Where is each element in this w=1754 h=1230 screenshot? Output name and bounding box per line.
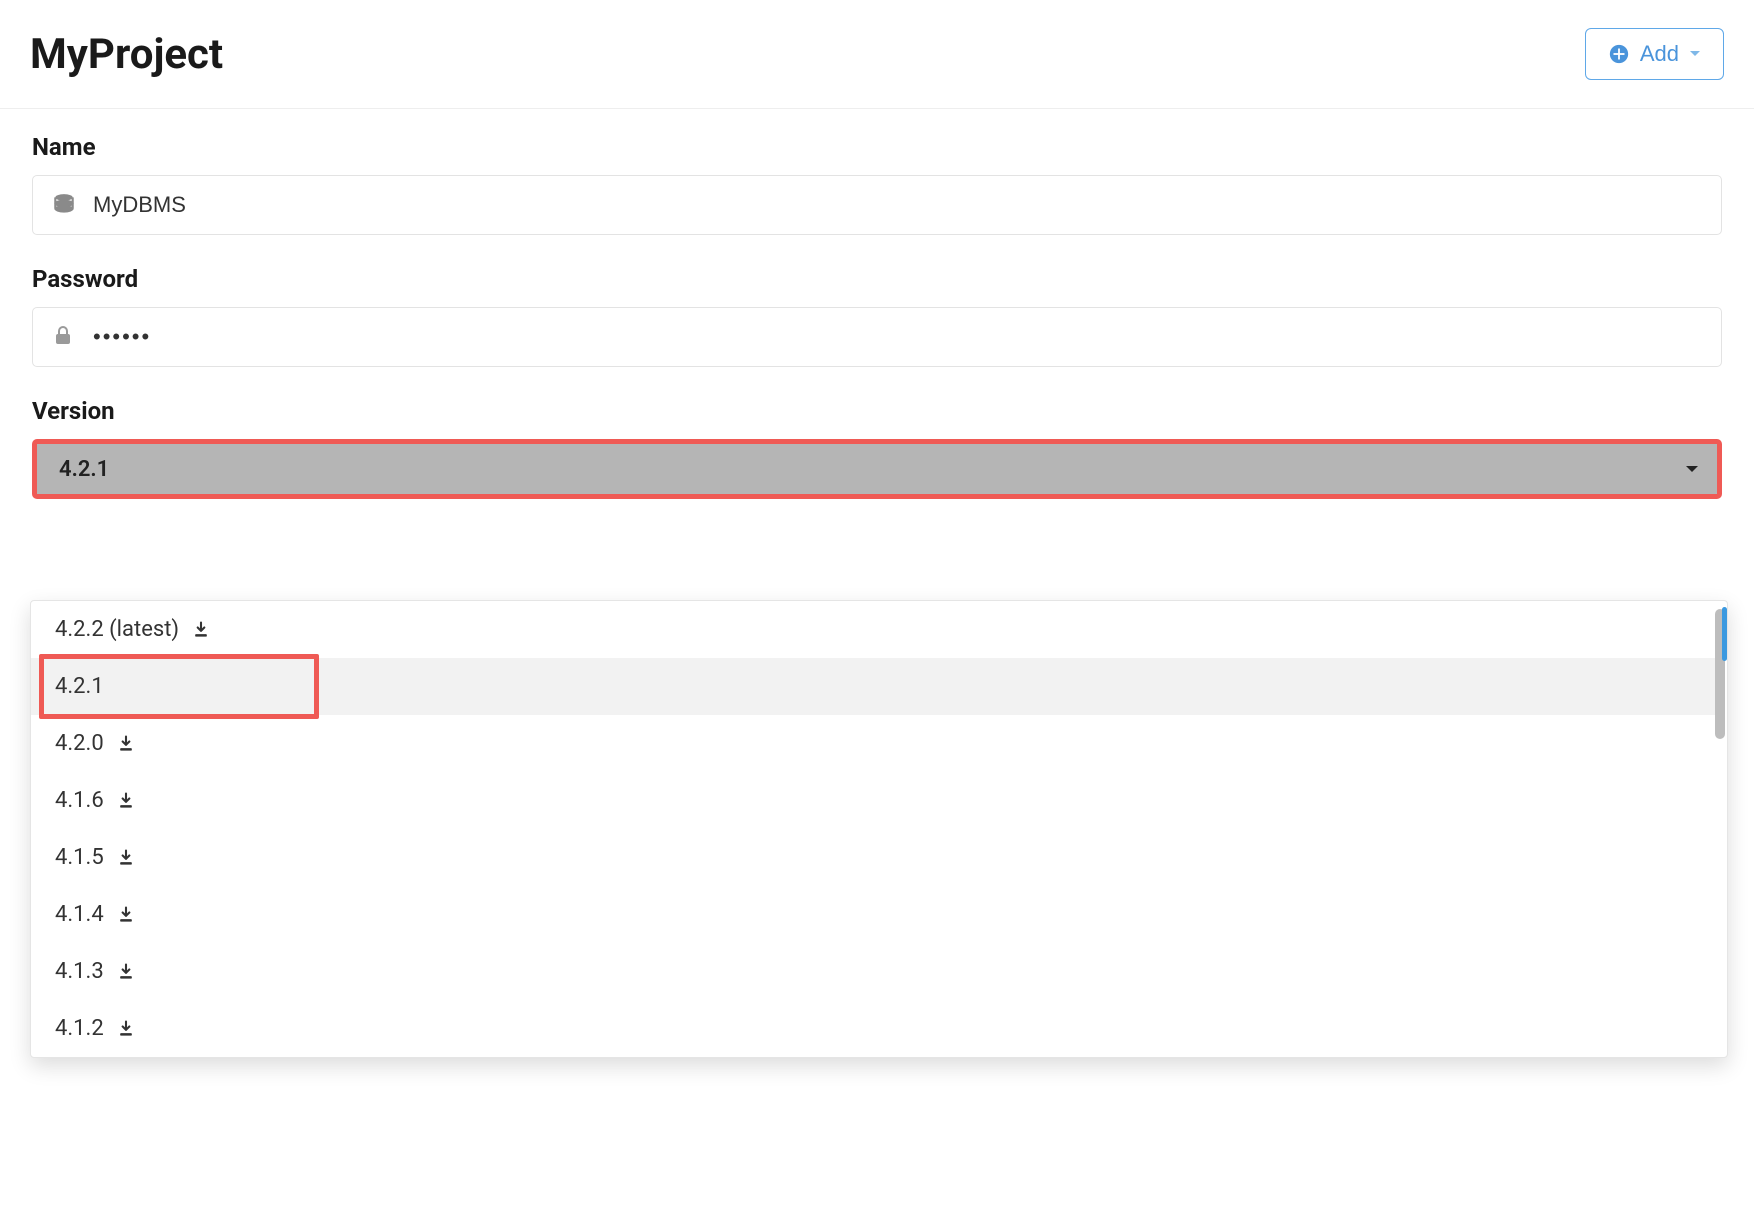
- version-option-label: 4.2.1: [55, 674, 104, 699]
- lock-icon: [51, 324, 77, 350]
- add-button-label: Add: [1640, 41, 1679, 67]
- scrollbar-accent: [1722, 607, 1727, 661]
- caret-down-icon: [1689, 50, 1701, 58]
- version-field-group: Version 4.2.1: [32, 397, 1722, 499]
- version-option[interactable]: 4.1.2: [31, 1000, 1715, 1057]
- version-option-label: 4.1.3: [55, 959, 104, 984]
- name-input[interactable]: [93, 192, 1703, 218]
- add-button[interactable]: Add: [1585, 28, 1724, 80]
- version-option[interactable]: 4.1.4: [31, 886, 1715, 943]
- name-field-group: Name: [32, 133, 1722, 235]
- password-field-group: Password: [32, 265, 1722, 367]
- scrollbar[interactable]: [1715, 605, 1725, 1053]
- header: MyProject Add: [0, 0, 1754, 109]
- download-icon: [116, 1019, 136, 1039]
- database-icon: [51, 192, 77, 218]
- name-label: Name: [32, 133, 1722, 161]
- chevron-down-icon: [1685, 465, 1699, 473]
- version-label: Version: [32, 397, 1722, 425]
- version-option-label: 4.2.2 (latest): [55, 617, 179, 642]
- version-option[interactable]: 4.1.6: [31, 772, 1715, 829]
- version-option-label: 4.1.5: [55, 845, 104, 870]
- version-option[interactable]: 4.2.0: [31, 715, 1715, 772]
- download-icon: [116, 962, 136, 982]
- version-option-label: 4.1.4: [55, 902, 104, 927]
- download-icon: [191, 620, 211, 640]
- password-label: Password: [32, 265, 1722, 293]
- password-input-wrap: [32, 307, 1722, 367]
- version-option[interactable]: 4.1.3: [31, 943, 1715, 1000]
- form-area: Name Password: [0, 109, 1754, 533]
- page-title: MyProject: [30, 30, 223, 79]
- name-input-wrap: [32, 175, 1722, 235]
- version-option-label: 4.1.2: [55, 1016, 104, 1041]
- version-select-highlight: 4.2.1: [32, 439, 1722, 499]
- version-option[interactable]: 4.2.1: [31, 658, 1715, 715]
- download-icon: [116, 734, 136, 754]
- download-icon: [116, 791, 136, 811]
- version-option[interactable]: 4.2.2 (latest): [31, 601, 1715, 658]
- version-option[interactable]: 4.1.5: [31, 829, 1715, 886]
- version-select[interactable]: 4.2.1: [37, 444, 1717, 494]
- download-icon: [116, 848, 136, 868]
- version-dropdown: 4.2.2 (latest) 4.2.1 4.2.0 4.1.6 4.1.5 4.1.4 4…: [30, 600, 1728, 1058]
- version-option-label: 4.1.6: [55, 788, 104, 813]
- version-selected-value: 4.2.1: [59, 457, 109, 482]
- plus-circle-icon: [1608, 43, 1630, 65]
- password-input[interactable]: [93, 324, 1703, 350]
- download-icon: [116, 905, 136, 925]
- version-option-label: 4.2.0: [55, 731, 104, 756]
